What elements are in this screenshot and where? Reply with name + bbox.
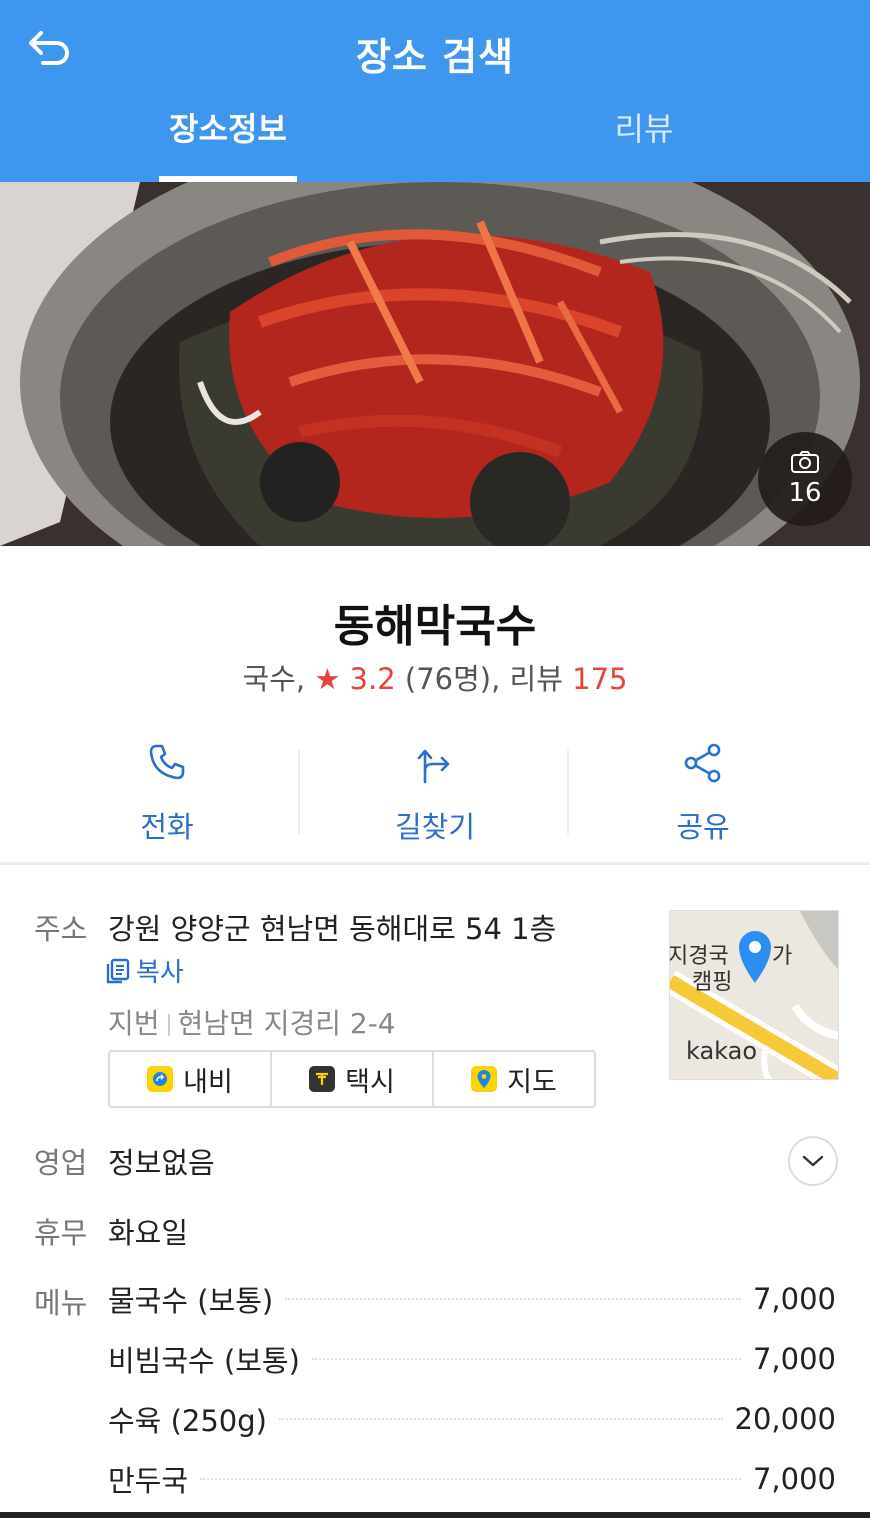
menu-leader (278, 1418, 723, 1420)
hours-value: 정보없음 (108, 1146, 215, 1180)
directions-label: 길찾기 (394, 810, 476, 844)
menu-item-name: 비빔국수 (보통) (108, 1344, 300, 1378)
copy-label: 복사 (136, 958, 184, 988)
map-illustration: 지경국 가 캠핑 kakao (670, 911, 838, 1079)
menu-leader (200, 1478, 741, 1480)
menu-leader (285, 1298, 741, 1300)
star-icon: ★ (314, 662, 341, 696)
map-place-text-1: 지경국 (670, 944, 729, 969)
map-brand: kakao (686, 1037, 757, 1065)
lot-value: 현남면 지경리 2-4 (177, 1007, 396, 1040)
hours-label: 영업 (34, 1146, 88, 1180)
address-value: 강원 양양군 현남면 동해대로 54 1층 (108, 912, 557, 946)
photo-count: 16 (788, 478, 822, 508)
menu-item-price: 20,000 (734, 1402, 836, 1436)
menu-item-price: 7,000 (752, 1342, 836, 1376)
phone-icon (149, 744, 185, 780)
closed-label: 휴무 (34, 1216, 88, 1250)
menu-item-price: 7,000 (752, 1282, 836, 1316)
section-divider (0, 862, 870, 865)
taxi-icon (309, 1066, 336, 1092)
call-button[interactable]: 전화 (22, 730, 312, 850)
share-button[interactable]: 공유 (558, 730, 848, 850)
menu-item: 만두국 7,000 (108, 1459, 836, 1499)
map-pin-icon (471, 1066, 498, 1092)
tab-place-info[interactable]: 장소정보 (159, 104, 297, 182)
review-count[interactable]: 175 (572, 662, 627, 696)
directions-icon (417, 749, 450, 784)
camera-icon (791, 451, 819, 473)
menu-item: 비빔국수 (보통) 7,000 (108, 1339, 836, 1379)
taxi-label: 택시 (345, 1066, 395, 1098)
map-thumbnail[interactable]: 지경국 가 캠핑 kakao (669, 910, 839, 1080)
menu-item-name: 물국수 (보통) (108, 1284, 274, 1318)
lot-address: 지번 현남면 지경리 2-4 (108, 1002, 396, 1042)
navi-button[interactable]: 내비 (110, 1052, 270, 1106)
menu-item-name: 수육 (250g) (108, 1404, 267, 1438)
review-label[interactable]: 리뷰 (510, 662, 563, 696)
taxi-button[interactable]: 택시 (270, 1052, 432, 1106)
external-nav-buttons: 내비 택시 지도 (108, 1050, 596, 1108)
copy-icon (106, 958, 130, 983)
hero-photo[interactable] (0, 182, 870, 546)
food-photo-illustration (0, 182, 870, 546)
map-button[interactable]: 지도 (432, 1052, 594, 1106)
app-header: 장소 검색 장소정보 리뷰 (0, 0, 870, 182)
menu-item: 수육 (250g) 20,000 (108, 1399, 836, 1439)
map-label: 지도 (507, 1066, 557, 1098)
menu-item: 물국수 (보통) 7,000 (108, 1279, 836, 1319)
place-name: 동해막국수 (333, 601, 537, 652)
place-category: 국수, (242, 662, 306, 696)
lot-separator (167, 1014, 170, 1036)
menu-label: 메뉴 (34, 1286, 88, 1320)
navi-label: 내비 (183, 1066, 233, 1098)
map-place-text-2: 캠핑 (692, 970, 732, 995)
call-label: 전화 (140, 810, 194, 844)
map-place-text-1b: 가 (772, 944, 792, 969)
share-icon (684, 743, 721, 783)
rating-value: 3.2 (349, 662, 396, 696)
address-label: 주소 (34, 912, 88, 946)
closed-value: 화요일 (108, 1216, 189, 1250)
lot-label: 지번 (108, 1007, 160, 1040)
menu-item-name: 만두국 (108, 1464, 189, 1498)
rating-count: (76명), (404, 662, 501, 696)
chevron-down-icon (802, 1155, 824, 1167)
tab-review[interactable]: 리뷰 (574, 104, 714, 182)
navi-icon (147, 1066, 174, 1092)
system-nav-bar (0, 1512, 870, 1518)
page-title: 장소 검색 (355, 35, 515, 79)
expand-hours-button[interactable] (788, 1136, 838, 1186)
photo-count-button[interactable]: 16 (758, 432, 852, 526)
action-bar: 전화 길찾기 공유 (0, 730, 870, 862)
menu-item-price: 7,000 (752, 1462, 836, 1496)
menu-leader (311, 1358, 741, 1360)
copy-address-button[interactable]: 복사 (106, 952, 184, 989)
place-meta: 국수, ★ 3.2 (76명), 리뷰 175 (0, 656, 870, 698)
directions-button[interactable]: 길찾기 (290, 730, 580, 850)
share-label: 공유 (676, 810, 730, 844)
